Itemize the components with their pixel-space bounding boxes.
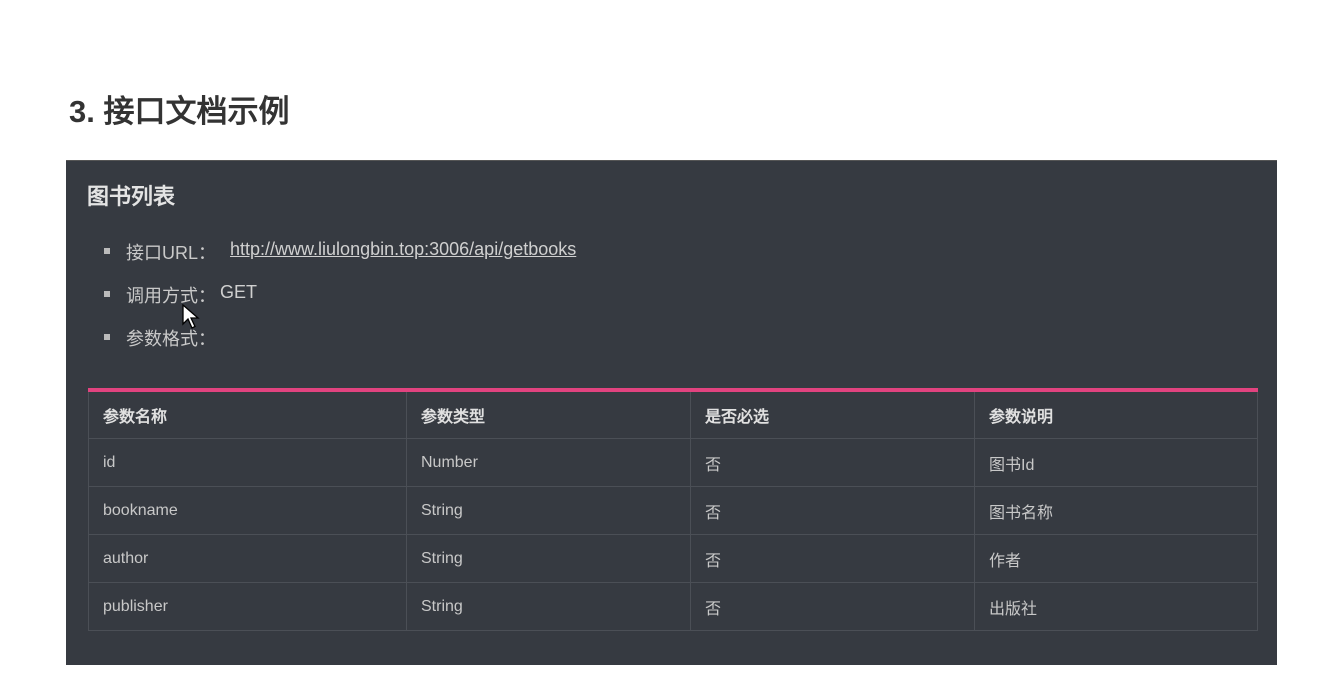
column-header: 是否必选 bbox=[690, 389, 975, 439]
table-row: publisher String 否出版社 bbox=[88, 582, 1258, 631]
list-item-params: 参数格式： bbox=[104, 325, 576, 368]
url-label: 接口URL： bbox=[126, 243, 217, 263]
table-row: id Number 否图书Id bbox=[88, 438, 1258, 487]
bullet-icon bbox=[104, 334, 110, 340]
api-info-list: 接口URL： http://www.liulongbin.top:3006/api… bbox=[104, 239, 576, 368]
table-cell: String bbox=[406, 486, 691, 535]
table-cell: publisher bbox=[88, 582, 407, 631]
table-cell: id bbox=[88, 438, 407, 487]
table-cell: 作者 bbox=[974, 534, 1258, 583]
table-cell: 否 bbox=[690, 438, 975, 487]
api-doc-panel: 图书列表 接口URL： http://www.liulongbin.top:300… bbox=[66, 160, 1277, 665]
params-label: 参数格式： bbox=[126, 329, 216, 349]
table-cell: 否 bbox=[690, 486, 975, 535]
method-value: GET bbox=[220, 282, 258, 302]
column-header: 参数类型 bbox=[406, 389, 691, 439]
bullet-icon bbox=[104, 248, 110, 254]
table-cell: bookname bbox=[88, 486, 407, 535]
table-header-row: 参数名称 参数类型 是否必选 参数说明 bbox=[88, 389, 1258, 439]
table-cell: Number bbox=[406, 438, 691, 487]
method-label: 调用方式： bbox=[126, 286, 216, 306]
table-cell: author bbox=[88, 534, 407, 583]
table-cell: String bbox=[406, 582, 691, 631]
table-row: author String 否作者 bbox=[88, 534, 1258, 583]
table-cell: 图书名称 bbox=[974, 486, 1258, 535]
api-url-link[interactable]: http://www.liulongbin.top:3006/api/getbo… bbox=[230, 239, 576, 260]
table-row: bookname String 否图书名称 bbox=[88, 486, 1258, 535]
table-cell: String bbox=[406, 534, 691, 583]
table-cell: 出版社 bbox=[974, 582, 1258, 631]
bullet-icon bbox=[104, 291, 110, 297]
column-header: 参数说明 bbox=[974, 389, 1258, 439]
params-table: 参数名称 参数类型 是否必选 参数说明 id Number 否图书Id bookna… bbox=[88, 388, 1258, 631]
list-item-method: 调用方式： GET bbox=[104, 282, 576, 325]
section-heading: 3. 接口文档示例 bbox=[69, 94, 290, 129]
list-item-url: 接口URL： http://www.liulongbin.top:3006/api… bbox=[104, 239, 576, 282]
mouse-cursor-icon bbox=[182, 304, 200, 329]
table-cell: 否 bbox=[690, 582, 975, 631]
api-title: 图书列表 bbox=[87, 184, 176, 209]
column-header: 参数名称 bbox=[88, 389, 407, 439]
table-cell: 图书Id bbox=[974, 438, 1258, 487]
table-cell: 否 bbox=[690, 534, 975, 583]
